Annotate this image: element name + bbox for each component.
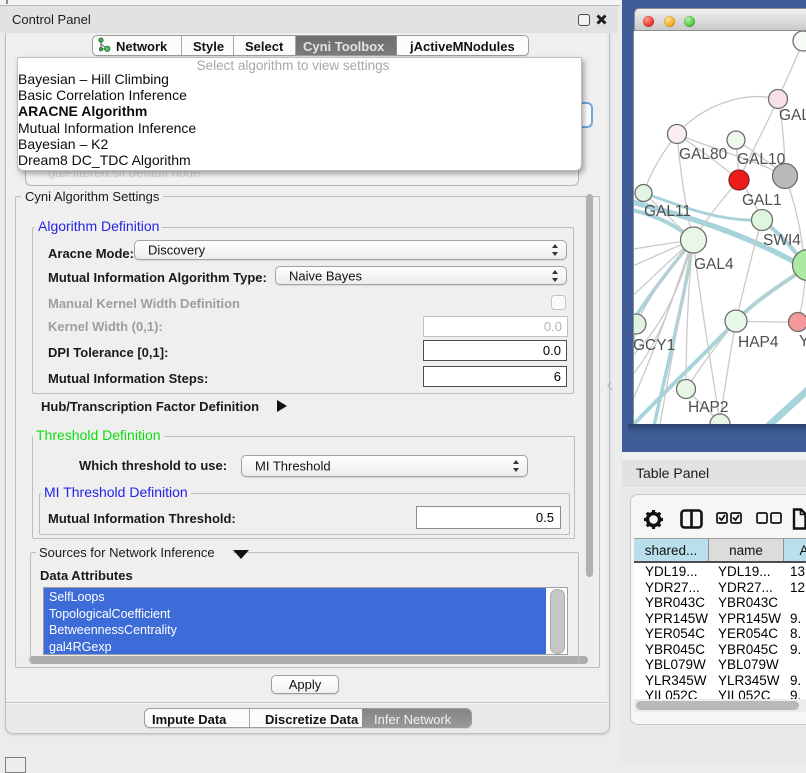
svg-text:GCY1: GCY1 — [634, 337, 675, 354]
svg-text:GAL80: GAL80 — [679, 146, 728, 163]
svg-text:GAL11: GAL11 — [644, 203, 691, 220]
svg-text:GAL10: GAL10 — [737, 151, 786, 168]
svg-text:Y: Y — [799, 333, 806, 350]
svg-text:HAP4: HAP4 — [738, 334, 779, 351]
svg-text:HAP2: HAP2 — [688, 399, 729, 416]
svg-text:SWI4: SWI4 — [763, 232, 801, 249]
svg-text:GAL1: GAL1 — [742, 192, 782, 209]
svg-text:GAL4: GAL4 — [694, 256, 734, 273]
svg-text:GAL2: GAL2 — [779, 107, 806, 124]
